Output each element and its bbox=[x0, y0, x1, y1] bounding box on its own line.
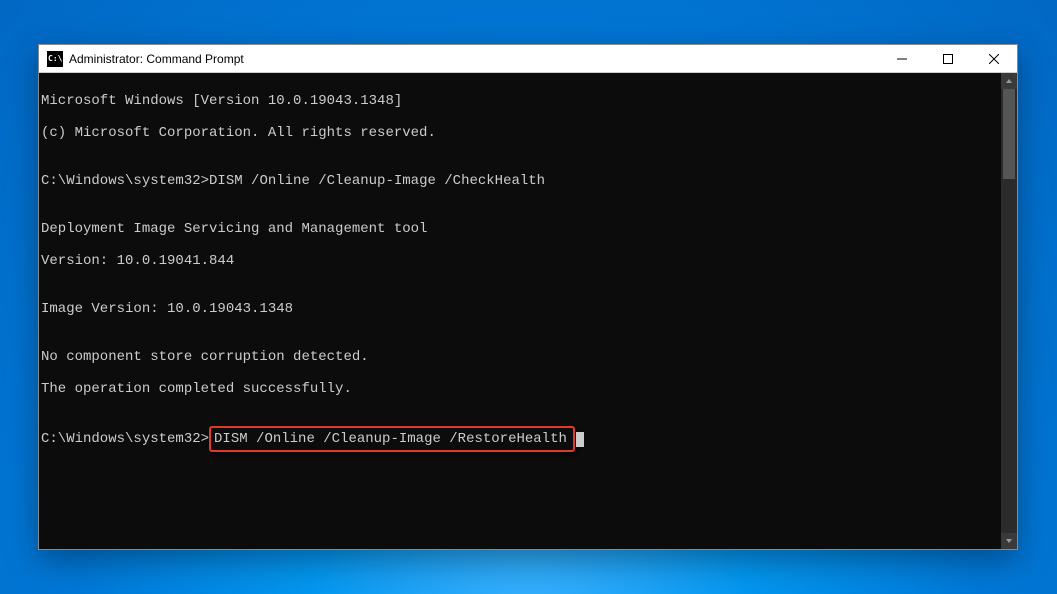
terminal-line: Image Version: 10.0.19043.1348 bbox=[41, 301, 997, 317]
minimize-icon bbox=[897, 54, 907, 64]
chevron-up-icon bbox=[1005, 77, 1013, 85]
terminal-line: Deployment Image Servicing and Managemen… bbox=[41, 221, 997, 237]
titlebar[interactable]: Administrator: Command Prompt bbox=[39, 45, 1017, 73]
cmd-icon bbox=[47, 51, 63, 67]
terminal-line: No component store corruption detected. bbox=[41, 349, 997, 365]
minimize-button[interactable] bbox=[879, 45, 925, 73]
close-button[interactable] bbox=[971, 45, 1017, 73]
command-prompt-window: Administrator: Command Prompt Microsoft … bbox=[38, 44, 1018, 550]
chevron-down-icon bbox=[1005, 537, 1013, 545]
scroll-up-button[interactable] bbox=[1001, 73, 1017, 89]
terminal-line: C:\Windows\system32>DISM /Online /Cleanu… bbox=[41, 173, 997, 189]
scroll-track[interactable] bbox=[1001, 89, 1017, 533]
terminal-line: Version: 10.0.19041.844 bbox=[41, 253, 997, 269]
terminal-client-area[interactable]: Microsoft Windows [Version 10.0.19043.13… bbox=[39, 73, 1017, 549]
highlighted-command: DISM /Online /Cleanup-Image /RestoreHeal… bbox=[209, 426, 575, 452]
close-icon bbox=[989, 54, 999, 64]
command-text: DISM /Online /Cleanup-Image /RestoreHeal… bbox=[214, 431, 567, 447]
terminal-output[interactable]: Microsoft Windows [Version 10.0.19043.13… bbox=[39, 73, 1001, 549]
maximize-icon bbox=[943, 54, 953, 64]
terminal-line: (c) Microsoft Corporation. All rights re… bbox=[41, 125, 997, 141]
prompt: C:\Windows\system32> bbox=[41, 431, 209, 447]
prompt: C:\Windows\system32> bbox=[41, 173, 209, 189]
terminal-line: The operation completed successfully. bbox=[41, 381, 997, 397]
terminal-line: C:\Windows\system32> DISM /Online /Cleanu… bbox=[41, 429, 997, 449]
scroll-down-button[interactable] bbox=[1001, 533, 1017, 549]
window-title: Administrator: Command Prompt bbox=[69, 52, 244, 66]
terminal-line: Microsoft Windows [Version 10.0.19043.13… bbox=[41, 93, 997, 109]
vertical-scrollbar[interactable] bbox=[1001, 73, 1017, 549]
maximize-button[interactable] bbox=[925, 45, 971, 73]
text-cursor bbox=[576, 432, 584, 447]
scroll-thumb[interactable] bbox=[1003, 89, 1015, 179]
command-text: DISM /Online /Cleanup-Image /CheckHealth bbox=[209, 173, 545, 189]
